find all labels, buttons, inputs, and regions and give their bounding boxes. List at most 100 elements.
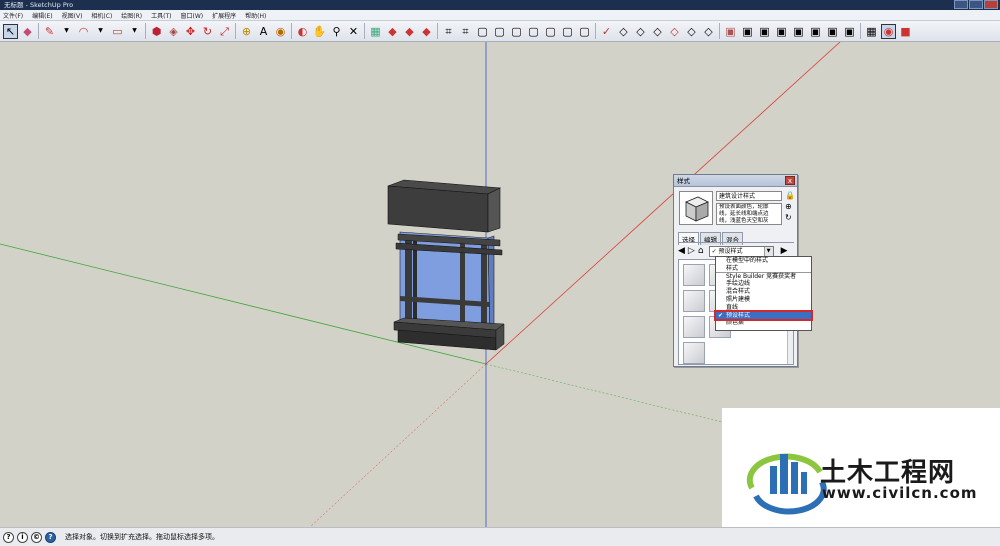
right-view-icon[interactable]: ▢ [543,24,558,39]
iso-view-icon[interactable]: ▢ [492,24,507,39]
select-tool-icon[interactable]: ↖ [3,23,18,39]
dropdown-item[interactable]: 直线 [716,304,811,312]
drape-icon[interactable]: ◇ [667,24,682,39]
geo-location-icon[interactable]: i [17,531,28,543]
move-tool-icon[interactable]: ✥ [183,24,198,39]
text-tool-icon[interactable]: A [256,24,271,39]
back-view-icon[interactable]: ▢ [560,24,575,39]
extension-warehouse-icon[interactable]: ◆ [402,24,417,39]
section-plane-icon[interactable]: ⌗ [441,24,456,39]
tab-edit[interactable]: 编辑 [700,232,721,245]
rectangle-tool-icon[interactable]: ▭ [110,24,125,39]
rotate-tool-icon[interactable]: ↻ [200,24,215,39]
ruby-console-icon[interactable]: ■ [898,24,913,39]
help-icon[interactable]: ? [3,531,14,543]
back-edges-icon[interactable]: ▣ [757,24,772,39]
main-toolbar: ↖ ◆ ✎ ▼ ◠ ▼ ▭ ▼ ⬢ ◈ ✥ ↻ ⤢ ⊕ A ◉ ◐ ✋ ⚲ ✕ … [0,21,1000,42]
forward-arrow-icon[interactable]: ▷ [688,246,695,256]
library-combo[interactable]: ✓ 预设样式 ▼ [708,245,774,257]
left-view-icon[interactable]: ▢ [577,24,592,39]
share-model-icon[interactable]: ◆ [419,24,434,39]
arc-tool-icon[interactable]: ◠ [76,24,91,39]
window-model[interactable] [387,179,505,351]
maximize-button[interactable] [969,0,983,9]
section-fill-icon[interactable]: ▢ [475,24,490,39]
home-icon[interactable]: ⌂ [698,246,704,256]
style-thumbnail[interactable] [683,264,705,286]
warehouse-icon[interactable]: ▦ [368,24,383,39]
dropdown-arrow-icon[interactable]: ▼ [127,24,142,39]
sandbox-contours-icon[interactable]: ✓ [599,24,614,39]
menu-extensions[interactable]: 扩展程序 [212,11,236,20]
xray-icon[interactable]: ▣ [740,24,755,39]
tab-mix[interactable]: 混合 [722,232,743,245]
menu-help[interactable]: 帮助(H) [245,11,266,20]
lock-icon[interactable]: 🔒 [785,191,795,200]
details-arrow-icon[interactable]: ▶ [781,246,788,256]
style-description-field[interactable]: 预设表面颜色，轮廓线，延长线和端点边线，浅蓝色天空和灰 [716,203,782,225]
paint-bucket-tool-icon[interactable]: ◉ [273,24,288,39]
watermark-url: www.civilcn.com [822,484,978,502]
stamp-icon[interactable]: ◇ [650,24,665,39]
create-style-icon[interactable]: ⊕ [785,202,795,211]
status-text: 选择对象。切换到扩充选择。拖动鼠标选择多项。 [65,533,219,541]
credits-icon[interactable]: © [31,531,42,543]
dropdown-item-selected[interactable]: ✔ 预设样式 [714,309,813,322]
tab-select[interactable]: 选择 [678,232,699,245]
style-thumbnail[interactable] [683,342,705,364]
back-arrow-icon[interactable]: ◀ [678,246,685,256]
wireframe-icon[interactable]: ▣ [774,24,789,39]
menu-tools[interactable]: 工具(T) [151,11,171,20]
orbit-tool-icon[interactable]: ◐ [295,24,310,39]
push-pull-tool-icon[interactable]: ⬢ [149,24,164,39]
sandbox-scratch-icon[interactable]: ◇ [616,24,631,39]
shadow-icon[interactable]: ▣ [723,24,738,39]
add-detail-icon[interactable]: ◇ [684,24,699,39]
dropdown-arrow-icon[interactable]: ▼ [59,24,74,39]
tape-measure-tool-icon[interactable]: ⊕ [239,24,254,39]
zoom-tool-icon[interactable]: ⚲ [329,24,344,39]
dropdown-item[interactable]: 在模型中的样式 [716,257,811,265]
panel-close-button[interactable]: x [785,176,795,185]
style-name-field[interactable]: 建筑设计样式 [716,191,782,201]
styles-icon[interactable]: ◉ [881,23,896,39]
fog-icon[interactable]: ▦ [864,24,879,39]
minimize-button[interactable] [954,0,968,9]
components-icon[interactable]: ◆ [385,24,400,39]
flip-edge-icon[interactable]: ◇ [701,24,716,39]
pencil-tool-icon[interactable]: ✎ [42,24,57,39]
status-bar: ? i © ? 选择对象。切换到扩充选择。拖动鼠标选择多项。 [0,527,1000,546]
menu-bar: 文件(F) 编辑(E) 视图(V) 相机(C) 绘图(R) 工具(T) 窗口(W… [0,10,1000,21]
section-cut-icon[interactable]: ⌗ [458,24,473,39]
instructor-icon[interactable]: ? [45,531,56,543]
dropdown-item[interactable]: 颜色集 [716,319,811,327]
shaded-icon[interactable]: ▣ [808,24,823,39]
style-thumbnail[interactable] [683,316,705,338]
monochrome-icon[interactable]: ▣ [842,24,857,39]
menu-window[interactable]: 窗口(W) [181,11,204,20]
eraser-tool-icon[interactable]: ◆ [20,24,35,39]
menu-edit[interactable]: 编辑(E) [32,11,52,20]
scale-tool-icon[interactable]: ⤢ [217,24,232,39]
shaded-textures-icon[interactable]: ▣ [825,24,840,39]
pan-tool-icon[interactable]: ✋ [312,24,327,39]
update-style-icon[interactable]: ↻ [785,213,795,222]
chevron-down-icon[interactable]: ▼ [763,246,773,256]
front-view-icon[interactable]: ▢ [526,24,541,39]
dropdown-arrow-icon[interactable]: ▼ [93,24,108,39]
zoom-extents-tool-icon[interactable]: ✕ [346,24,361,39]
menu-view[interactable]: 视图(V) [62,11,83,20]
panel-title-text: 样式 [677,177,690,185]
smoove-icon[interactable]: ◇ [633,24,648,39]
close-window-button[interactable] [984,0,998,9]
menu-file[interactable]: 文件(F) [3,11,23,20]
hidden-line-icon[interactable]: ▣ [791,24,806,39]
dropdown-item[interactable]: 混合样式 [716,288,811,296]
top-view-icon[interactable]: ▢ [509,24,524,39]
style-thumbnail[interactable] [683,290,705,312]
menu-camera[interactable]: 相机(C) [91,11,112,20]
dropdown-item[interactable]: 照片建模 [716,296,811,304]
dropdown-item[interactable]: 样式 [716,265,811,273]
menu-draw[interactable]: 绘图(R) [121,11,142,20]
offset-tool-icon[interactable]: ◈ [166,24,181,39]
